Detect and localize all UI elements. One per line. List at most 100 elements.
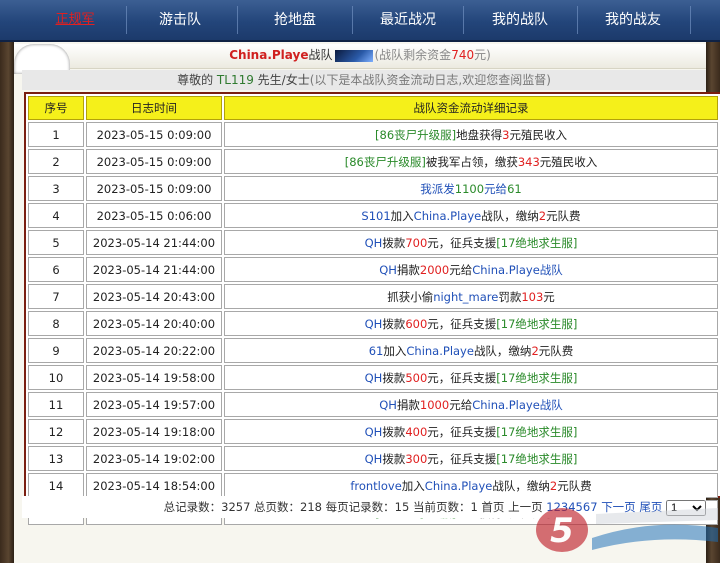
top-nav: 正规军 游击队 抢地盘 最近战况 我的战队 我的战友 [0,0,720,42]
detail-segment: 拨款 [382,424,406,439]
cell-detail: QH拨款600元，征兵支援[17绝地求生服] [224,311,718,336]
site-watermark-logo: 5 [536,508,718,552]
nav-divider [237,6,238,34]
detail-segment[interactable]: S101 [361,209,390,223]
table-row: 1 2023-05-15 0:09:00 [86丧尸升级服]地盘获得3元殖民收入 [28,122,718,147]
cell-time: 2023-05-14 19:02:00 [86,446,222,471]
cell-detail: 我派发1100元给61 [224,176,718,201]
detail-segment: 被我军占领，缴获 [425,154,518,169]
username: TL119 [216,73,254,87]
nav-item-my-friends[interactable]: 我的战友 [580,0,686,40]
table-row: 12 2023-05-14 19:18:00 QH拨款400元，征兵支援[17绝地求… [28,419,718,444]
detail-segment[interactable]: [17绝地求生服] [496,452,577,466]
cell-no: 6 [28,257,84,282]
detail-segment: 元队费 [557,478,592,493]
cell-detail: frontlove加入China.Playe战队，缴纳2元队费 [224,473,718,498]
detail-segment: 元，征兵支援 [427,370,497,385]
nav-item-my-team[interactable]: 我的战队 [465,0,575,40]
detail-segment: 元给 [449,397,473,412]
detail-segment: 元，征兵支援 [427,235,497,250]
detail-segment: 元给 [449,262,473,277]
nav-item-guerrilla[interactable]: 游击队 [130,0,230,40]
cell-detail: QH拨款700元，征兵支援[17绝地求生服] [224,230,718,255]
detail-segment: 战队，缴纳 [492,478,550,493]
detail-segment[interactable]: QH [365,317,383,331]
cell-no: 5 [28,230,84,255]
detail-segment[interactable]: QH [365,425,383,439]
detail-segment[interactable]: QH [379,263,397,277]
nav-divider [690,6,691,34]
nav-divider [126,6,127,34]
detail-segment[interactable]: frontlove [350,479,401,493]
detail-segment[interactable]: [17绝地求生服] [496,236,577,250]
detail-segment: 343 [517,154,540,169]
cell-detail: [86丧尸升级服]被我军占领，缴获343元殖民收入 [224,149,718,174]
table-row: 9 2023-05-14 20:22:00 61加入China.Playe战队，缴纳… [28,338,718,363]
detail-segment[interactable]: [86丧尸升级服] [345,155,426,169]
cell-detail: QH捐款2000元给China.Playe战队 [224,257,718,282]
cell-no: 4 [28,203,84,228]
detail-segment: 元，征兵支援 [427,316,497,331]
detail-segment: 战队，缴纳 [481,208,539,223]
detail-segment[interactable]: 元给 [484,182,507,196]
cell-time: 2023-05-14 20:43:00 [86,284,222,309]
detail-segment[interactable]: China.Playe [425,479,493,493]
cell-time: 2023-05-14 21:44:00 [86,230,222,255]
funds-prefix: (战队剩余资金 [374,48,452,62]
team-name[interactable]: China.Playe [229,48,308,62]
detail-segment: 700 [405,235,428,250]
detail-segment: 加入 [401,478,425,493]
detail-segment[interactable]: 61 [507,182,522,196]
nav-item-recent-battles[interactable]: 最近战况 [355,0,461,40]
table-row: 5 2023-05-14 21:44:00 QH拨款700元，征兵支援[17绝地求生… [28,230,718,255]
column-header-time: 日志时间 [86,96,222,120]
cell-detail: 抓获小偷night_mare罚款103元 [224,284,718,309]
detail-segment[interactable]: 我派发 [420,182,455,196]
detail-segment[interactable]: 61 [369,344,384,358]
detail-segment[interactable]: China.Playe战队 [472,398,563,412]
cell-time: 2023-05-15 0:09:00 [86,176,222,201]
detail-segment[interactable]: [17绝地求生服] [496,371,577,385]
detail-segment[interactable]: China.Playe战队 [472,263,563,277]
detail-segment[interactable]: [17绝地求生服] [496,425,577,439]
nav-item-grab-territory[interactable]: 抢地盘 [240,0,350,40]
left-frame [0,42,14,563]
detail-segment[interactable]: [86丧尸升级服] [375,128,456,142]
detail-segment[interactable]: China.Playe [406,344,474,358]
funds-suffix: 元) [474,48,491,62]
cell-no: 13 [28,446,84,471]
nav-item-regular-army[interactable]: 正规军 [30,0,120,40]
greeting-title: 先生/女士 [257,73,310,87]
cell-no: 2 [28,149,84,174]
detail-segment[interactable]: QH [379,398,397,412]
detail-segment[interactable]: China.Playe [414,209,482,223]
detail-segment: 拨款 [382,316,406,331]
team-funds-line: China.Playe战队 (战队剩余资金740元) [0,46,720,63]
cell-no: 9 [28,338,84,363]
detail-segment[interactable]: 1100 [455,182,484,196]
detail-segment: 元殖民收入 [509,127,567,142]
detail-segment: 捐款 [396,262,420,277]
cell-detail: QH捐款1000元给China.Playe战队 [224,392,718,417]
cell-no: 7 [28,284,84,309]
table-row: 6 2023-05-14 21:44:00 QH捐款2000元给China.Play… [28,257,718,282]
detail-segment: 战队，缴纳 [473,343,532,358]
detail-segment[interactable]: QH [365,452,383,466]
detail-segment[interactable]: QH [365,371,383,385]
detail-segment[interactable]: [17绝地求生服] [496,317,577,331]
detail-segment: 罚款 [498,289,522,304]
detail-segment[interactable]: night_mare [433,290,498,304]
cell-no: 14 [28,473,84,498]
detail-segment: 400 [405,424,428,439]
cell-time: 2023-05-14 20:22:00 [86,338,222,363]
detail-segment: 抓获小偷 [387,289,434,304]
detail-segment: 拨款 [382,370,406,385]
table-row: 13 2023-05-14 19:02:00 QH拨款300元，征兵支援[17绝地求… [28,446,718,471]
table-row: 7 2023-05-14 20:43:00 抓获小偷night_mare罚款103元 [28,284,718,309]
detail-segment: 元队费 [546,208,581,223]
table-row: 8 2023-05-14 20:40:00 QH拨款600元，征兵支援[17绝地求生… [28,311,718,336]
cell-time: 2023-05-14 18:54:00 [86,473,222,498]
greeting-bar: 尊敬的 TL119 先生/女士(以下是本战队资金流动日志,欢迎您查阅监督) [22,70,706,90]
nav-divider [352,6,353,34]
detail-segment[interactable]: QH [365,236,383,250]
